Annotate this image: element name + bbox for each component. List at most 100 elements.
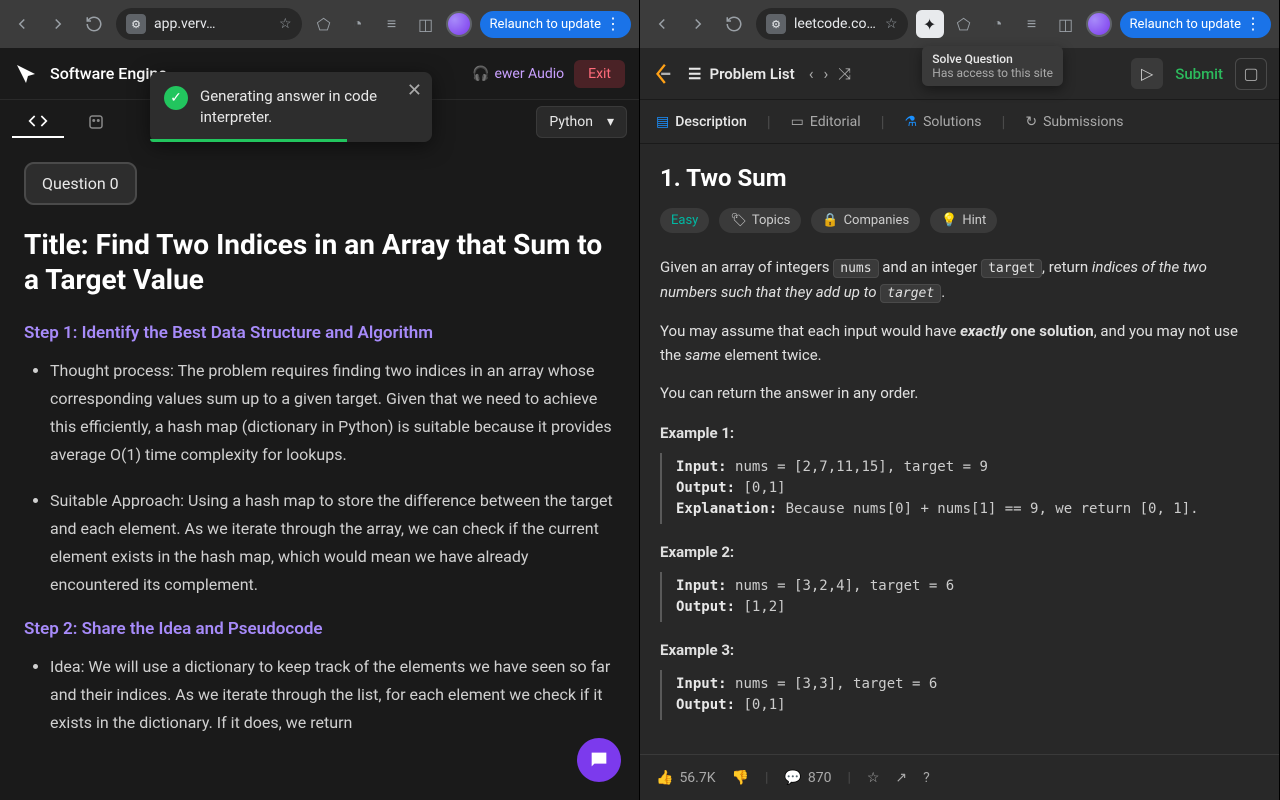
flask-icon: ⚗ [905, 114, 918, 130]
browser-toolbar: ⚙ leetcode.com/problems… ☆ ✦ ⬠ ◔ ≡ ◫ Rel… [640, 0, 1279, 48]
relaunch-button[interactable]: Relaunch to update ⋮ [1120, 11, 1271, 38]
shuffle-button[interactable]: ⤨ [838, 64, 851, 84]
chip-label: Hint [962, 213, 986, 228]
toast-notification: ✓ Generating answer in code interpreter.… [150, 72, 432, 142]
hint-chip[interactable]: 💡 Hint [930, 208, 997, 233]
comment-count: 870 [808, 770, 832, 786]
tab-editorial[interactable]: ▭ Editorial [791, 114, 861, 130]
problem-list-label: Problem List [709, 65, 794, 83]
step1-heading: Step 1: Identify the Best Data Structure… [24, 323, 615, 343]
thumbs-down-icon: 👎 [732, 770, 749, 786]
document-icon: ▤ [656, 114, 669, 130]
list-item: Thought process: The problem requires fi… [50, 357, 615, 469]
code-tab[interactable] [12, 106, 64, 138]
comments-button[interactable]: 💬 870 [784, 770, 831, 786]
tab-separator: | [881, 112, 885, 131]
address-bar[interactable]: ⚙ leetcode.com/problems… ☆ [756, 8, 908, 40]
address-bar[interactable]: ⚙ app.verv… ☆ [116, 8, 302, 40]
extension-icon[interactable]: ⬠ [310, 10, 338, 38]
code-token: nums [833, 259, 878, 278]
code-token: target [880, 284, 941, 303]
problem-title: 1. Two Sum [660, 164, 1259, 192]
extensions-icon[interactable]: ⬠ [950, 10, 978, 38]
question-chip[interactable]: Question 0 [24, 162, 137, 205]
problem-list-button[interactable]: ☰ Problem List [688, 65, 795, 83]
back-button[interactable] [8, 10, 36, 38]
solve-question-extension-icon[interactable]: ✦ [916, 10, 944, 38]
read-later-icon[interactable]: ◔ [344, 10, 372, 38]
star-button[interactable]: ☆ [867, 770, 880, 786]
external-link-icon: ↗ [895, 770, 907, 786]
example-label: Example 2: [660, 540, 1259, 564]
tab-solutions[interactable]: ⚗ Solutions [905, 114, 982, 130]
chip-label: Companies [844, 213, 910, 228]
tab-submissions[interactable]: ↻ Submissions [1025, 114, 1123, 130]
problem-footer: 👍56.7K 👎 | 💬870 | ☆ ↗ ? [640, 754, 1279, 800]
forward-button[interactable] [44, 10, 72, 38]
language-selector[interactable]: Python ▾ [536, 106, 627, 138]
example-code: Input: nums = [3,3], target = 6 Output: … [660, 670, 1259, 720]
interviewer-audio-button[interactable]: 🎧 ewer Audio [472, 66, 564, 82]
tag-icon: 🏷 [730, 213, 747, 228]
step2-heading: Step 2: Share the Idea and Pseudocode [24, 619, 615, 639]
reload-button[interactable] [720, 10, 748, 38]
help-button[interactable]: ? [923, 770, 930, 786]
site-settings-icon: ⚙ [766, 14, 786, 34]
profile-avatar[interactable] [1086, 11, 1112, 37]
bookmark-icon[interactable]: ☆ [279, 16, 292, 32]
submit-button[interactable]: Submit [1175, 65, 1223, 83]
ai-tab[interactable] [72, 106, 120, 138]
problem-description: Given an array of integers nums and an i… [660, 255, 1259, 720]
difficulty-chip: Easy [660, 208, 709, 233]
dislike-button[interactable]: 👎 [732, 770, 749, 786]
relaunch-label: Relaunch to update [1130, 17, 1241, 32]
chip-label: Topics [752, 213, 791, 228]
star-icon: ☆ [867, 770, 880, 786]
media-icon[interactable]: ≡ [378, 10, 406, 38]
relaunch-button[interactable]: Relaunch to update ⋮ [480, 11, 631, 38]
prev-problem-button[interactable]: ‹ [809, 64, 814, 84]
back-button[interactable] [648, 10, 676, 38]
toast-message: Generating answer in code interpreter. [200, 86, 392, 128]
leetcode-logo-icon[interactable] [652, 61, 674, 87]
toast-close-button[interactable]: ✕ [407, 80, 422, 101]
problem-title: Title: Find Two Indices in an Array that… [24, 227, 615, 297]
example-label: Example 3: [660, 638, 1259, 662]
list-item: Suitable Approach: Using a hash map to s… [50, 487, 615, 599]
sidepanel-icon[interactable]: ◫ [1052, 10, 1080, 38]
bookmark-icon[interactable]: ☆ [885, 16, 898, 32]
topics-chip[interactable]: 🏷 Topics [719, 208, 801, 233]
tooltip-subtitle: Has access to this site [932, 66, 1053, 80]
example-code: Input: nums = [2,7,11,15], target = 9 Ou… [660, 453, 1259, 524]
language-label: Python [549, 114, 593, 130]
comment-icon: 💬 [784, 770, 801, 786]
companies-chip[interactable]: 🔒 Companies [811, 208, 920, 233]
lock-icon: 🔒 [822, 213, 838, 228]
book-icon: ▭ [791, 114, 804, 130]
reload-button[interactable] [80, 10, 108, 38]
question-icon: ? [923, 770, 930, 786]
chevron-down-icon: ▾ [607, 114, 614, 130]
notes-button[interactable]: ▢ [1235, 58, 1267, 90]
forward-button[interactable] [684, 10, 712, 38]
app-logo-icon [14, 62, 38, 86]
tab-description[interactable]: ▤ Description [656, 114, 747, 130]
read-later-icon[interactable]: ◔ [984, 10, 1012, 38]
tab-separator: | [1001, 112, 1005, 131]
sidepanel-icon[interactable]: ◫ [412, 10, 440, 38]
toast-progress [150, 139, 347, 142]
profile-avatar[interactable] [446, 11, 472, 37]
audio-label: ewer Audio [494, 66, 564, 82]
tab-label: Solutions [923, 114, 981, 130]
tab-separator: | [767, 112, 771, 131]
lightbulb-icon: 💡 [941, 213, 957, 228]
share-button[interactable]: ↗ [895, 770, 907, 786]
like-button[interactable]: 👍56.7K [656, 770, 716, 786]
run-button[interactable]: ▷ [1131, 58, 1163, 89]
next-problem-button[interactable]: › [824, 64, 829, 84]
extension-tooltip: Solve Question Has access to this site [922, 46, 1063, 86]
thumbs-up-icon: 👍 [656, 770, 673, 786]
media-icon[interactable]: ≡ [1018, 10, 1046, 38]
chat-bubble-button[interactable] [577, 738, 621, 782]
exit-button[interactable]: Exit [574, 60, 625, 88]
